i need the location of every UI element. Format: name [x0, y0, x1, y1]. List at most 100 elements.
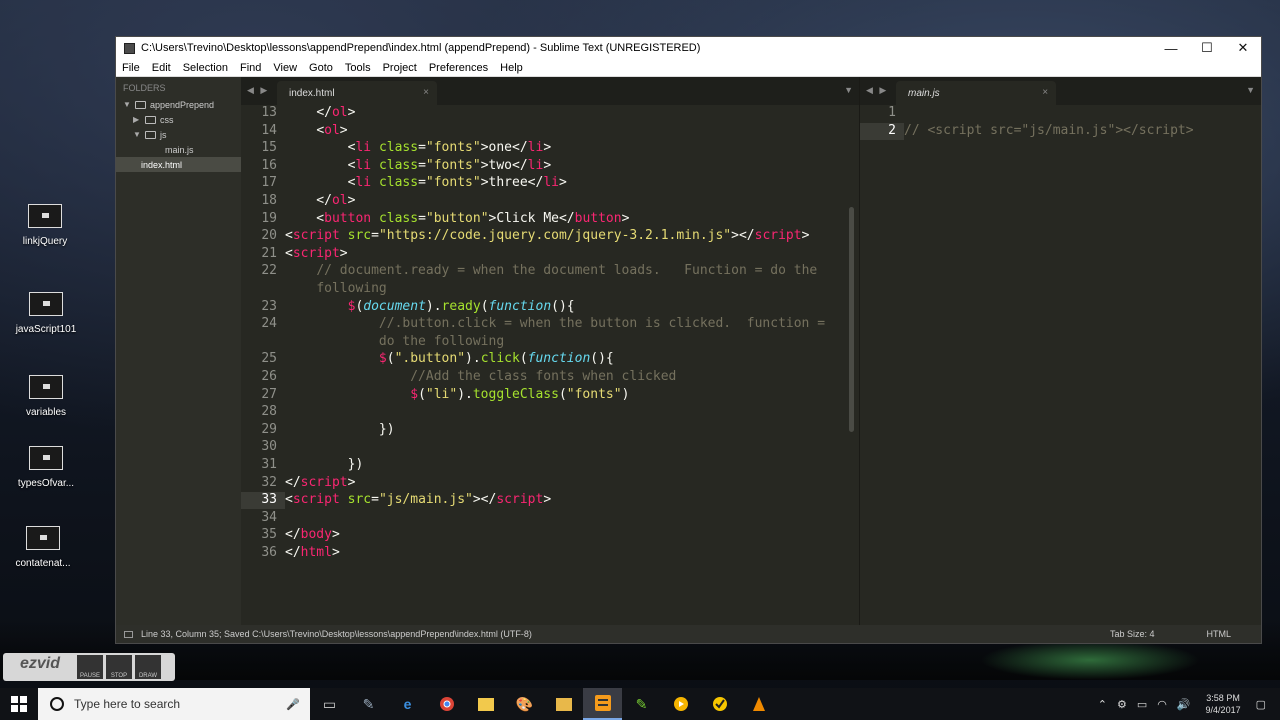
code-line[interactable]: $("li").toggleClass("fonts")	[285, 387, 629, 404]
scrollbar[interactable]	[849, 207, 854, 432]
windows-logo-icon	[11, 696, 27, 712]
collapse-arrow-icon[interactable]: ▶	[133, 115, 145, 124]
sidebar-item-index-html[interactable]: index.html	[116, 157, 241, 172]
tab-size-indicator[interactable]: Tab Size: 4	[1110, 629, 1155, 639]
network-icon[interactable]: ⚙	[1117, 698, 1127, 711]
code-line[interactable]: <li class="fonts">one</li>	[285, 140, 552, 157]
code-line[interactable]: <script>	[285, 246, 348, 263]
menu-help[interactable]: Help	[500, 62, 523, 74]
tab-dropdown-icon[interactable]: ▼	[1246, 85, 1255, 95]
code-line[interactable]: </body>	[285, 527, 340, 544]
ezvid-logo: ezvid	[20, 655, 61, 672]
chevron-up-icon[interactable]: ⌃	[1098, 698, 1107, 711]
code-line[interactable]: </script>	[285, 475, 355, 492]
panel-toggle-icon[interactable]	[124, 630, 133, 638]
expand-arrow-icon[interactable]: ▼	[133, 130, 145, 139]
code-line[interactable]: following	[285, 281, 386, 298]
sidebar-item-main-js[interactable]: main.js	[123, 142, 241, 157]
code-area-right[interactable]: 1 2 // <script src="js/main.js"></script>	[860, 105, 1261, 625]
maximize-button[interactable]: ☐	[1189, 37, 1225, 59]
desktop-icon-javascript101[interactable]: javaScript101	[10, 292, 82, 335]
menu-preferences[interactable]: Preferences	[429, 62, 488, 74]
sidebar-item-js[interactable]: ▼ js	[123, 127, 241, 142]
expand-arrow-icon[interactable]: ▼	[123, 100, 135, 109]
stop-button[interactable]: STOP	[106, 655, 132, 679]
code-line[interactable]: })	[285, 457, 364, 474]
notifications-icon[interactable]: ▢	[1256, 698, 1266, 711]
menu-file[interactable]: File	[122, 62, 140, 74]
clock[interactable]: 3:58 PM 9/4/2017	[1206, 692, 1241, 716]
code-line[interactable]: })	[285, 422, 395, 439]
code-line[interactable]: <li class="fonts">two</li>	[285, 158, 552, 175]
norton-icon[interactable]	[700, 688, 739, 720]
tab-index-html[interactable]: index.html ×	[277, 81, 437, 105]
paint-icon[interactable]: 🎨	[505, 688, 544, 720]
folder-icon[interactable]	[544, 688, 583, 720]
task-view-icon[interactable]: ▭	[310, 688, 349, 720]
code-line[interactable]: // <script src="js/main.js"></script>	[904, 123, 1194, 140]
code-line[interactable]: </ol>	[285, 105, 355, 122]
menu-view[interactable]: View	[273, 62, 297, 74]
volume-icon[interactable]: 🔊	[1177, 698, 1191, 711]
minimize-button[interactable]: —	[1153, 37, 1189, 59]
code-line[interactable]: <script src="js/main.js"></script>	[285, 492, 551, 509]
start-button[interactable]	[0, 688, 38, 720]
media-player-icon[interactable]	[661, 688, 700, 720]
code-line[interactable]: //Add the class fonts when clicked	[285, 369, 676, 386]
chrome-icon[interactable]	[427, 688, 466, 720]
file-explorer-icon[interactable]	[466, 688, 505, 720]
code-line[interactable]: $(document).ready(function(){	[285, 299, 575, 316]
edge-icon[interactable]: e	[388, 688, 427, 720]
desktop-icon-contatenat[interactable]: contatenat...	[7, 526, 79, 569]
wifi-icon[interactable]: ◠	[1157, 698, 1167, 711]
code-line[interactable]: <script src="https://code.jquery.com/jqu…	[285, 228, 809, 245]
menu-selection[interactable]: Selection	[183, 62, 228, 74]
menu-bar: File Edit Selection Find View Goto Tools…	[116, 59, 1261, 77]
line-number: 23	[261, 298, 277, 314]
code-line[interactable]: <li class="fonts">three</li>	[285, 175, 567, 192]
menu-tools[interactable]: Tools	[345, 62, 371, 74]
editor-pane-right[interactable]: ◀ ▶ main.js × ▼ 1 2 // <script src="js/mai…	[860, 77, 1261, 625]
desktop-icon-variables[interactable]: variables	[10, 375, 82, 418]
tab-nav-arrows-icon[interactable]: ◀ ▶	[247, 85, 269, 96]
taskbar-search[interactable]: Type here to search 🎤	[38, 688, 310, 720]
code-line[interactable]: <button class="button">Click Me</button>	[285, 211, 629, 228]
desktop-icon-typesofvar[interactable]: typesOfvar...	[10, 446, 82, 489]
desktop-icon-linkjquery[interactable]: linkjQuery	[9, 204, 81, 247]
draw-button[interactable]: DRAW	[135, 655, 161, 679]
microphone-icon[interactable]: 🎤	[286, 698, 300, 711]
syntax-indicator[interactable]: HTML	[1207, 629, 1232, 639]
tab-dropdown-icon[interactable]: ▼	[844, 85, 853, 95]
menu-goto[interactable]: Goto	[309, 62, 333, 74]
sidebar-item-appendprepend[interactable]: ▼ appendPrepend	[123, 97, 241, 112]
menu-project[interactable]: Project	[383, 62, 417, 74]
tab-nav-arrows-icon[interactable]: ◀ ▶	[866, 85, 888, 96]
line-number: 18	[261, 193, 277, 208]
menu-find[interactable]: Find	[240, 62, 261, 74]
menu-edit[interactable]: Edit	[152, 62, 171, 74]
close-button[interactable]: ✕	[1225, 37, 1261, 59]
code-line[interactable]: // document.ready = when the document lo…	[285, 263, 817, 280]
sidebar-item-css[interactable]: ▶ css	[123, 112, 241, 127]
tab-main-js[interactable]: main.js ×	[896, 81, 1056, 105]
code-area-left[interactable]: 13 </ol> 14 <ol> 15 <li class="fonts">one<…	[241, 105, 859, 625]
tab-close-icon[interactable]: ×	[423, 87, 429, 98]
line-number: 24	[261, 316, 277, 332]
app-icon-green[interactable]: ✎	[622, 688, 661, 720]
app-icon-misc[interactable]: ✎	[349, 688, 388, 720]
file-icon	[29, 446, 63, 470]
code-line[interactable]: </ol>	[285, 193, 355, 210]
code-line[interactable]: </html>	[285, 545, 340, 562]
pause-button[interactable]: PAUSE	[77, 655, 103, 679]
code-line[interactable]: //.button.click = when the button is cli…	[285, 316, 825, 333]
code-line[interactable]: $(".button").click(function(){	[285, 351, 614, 368]
sublime-text-taskbar-icon[interactable]	[583, 688, 622, 720]
vlc-icon[interactable]	[739, 688, 778, 720]
battery-icon[interactable]: ▭	[1137, 698, 1147, 711]
code-line[interactable]: do the following	[285, 334, 504, 351]
code-line[interactable]: <ol>	[285, 123, 347, 140]
title-bar[interactable]: C:\Users\Trevino\Desktop\lessons\appendP…	[116, 37, 1261, 59]
sublime-app-icon	[124, 42, 135, 54]
editor-pane-left[interactable]: ◀ ▶ index.html × ▼ 13 </ol> 14 <ol> 15 <li…	[241, 77, 860, 625]
tab-close-icon[interactable]: ×	[1042, 87, 1048, 98]
